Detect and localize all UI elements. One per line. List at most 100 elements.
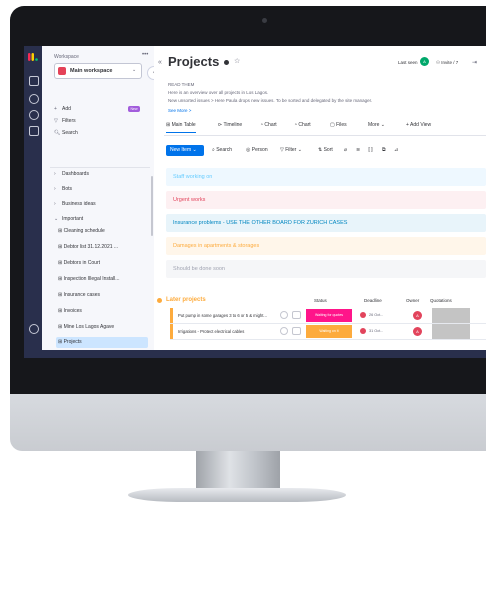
group-urgent-works[interactable]: Urgent works <box>166 191 486 209</box>
add-subitem-icon[interactable] <box>280 311 288 319</box>
sidebar-board-debtors-in-court[interactable]: ⊞ Debtors in Court <box>58 258 144 269</box>
group-label: Urgent works <box>173 197 206 203</box>
invite-label: Invite / 7 <box>441 60 459 65</box>
workspace-menu-icon[interactable]: ••• <box>142 52 148 58</box>
sidebar-item-dashboards[interactable]: › Dashboards <box>54 170 89 178</box>
inbox-icon[interactable] <box>29 110 39 120</box>
column-header-status[interactable]: Status <box>314 298 327 303</box>
sidebar-item-label: Invoices <box>63 308 82 314</box>
group-should-be-done-soon[interactable]: Should be done soon <box>166 260 486 278</box>
sidebar-item-search[interactable]: 🔍︎ Search <box>54 129 78 137</box>
sidebar-item-important[interactable]: ⌄ Important <box>54 215 83 223</box>
table-row[interactable]: Irrigations - Protect electrical cables … <box>170 324 486 340</box>
group-icon[interactable]: ⟦⟧ <box>368 147 373 153</box>
group-collapse-icon[interactable] <box>157 298 162 303</box>
sidebar-item-label: Projects <box>63 339 82 345</box>
chevron-down-icon: ⌄ <box>54 216 59 222</box>
new-item-button[interactable]: New Item ⌄ <box>166 145 204 156</box>
filter-icon: ▽ <box>54 118 58 124</box>
sidebar-item-business-ideas[interactable]: › Business ideas <box>54 200 96 208</box>
group-staff-working-on[interactable]: Staff working on <box>166 168 486 186</box>
sidebar-board-projects[interactable]: ⊞ Projects <box>56 337 148 348</box>
quotations-cell[interactable] <box>432 308 470 323</box>
see-more-link[interactable]: See More > <box>168 108 191 113</box>
sidebar-item-label: Dashboards <box>62 171 89 177</box>
deadline-value[interactable]: 31 Oct... <box>369 329 383 333</box>
hide-icon[interactable]: ⌀ <box>344 147 347 153</box>
board-collapse-icon[interactable]: « <box>158 59 162 66</box>
sidebar-item-bots[interactable]: › Bots <box>54 185 72 193</box>
my-work-icon[interactable] <box>29 126 39 136</box>
tab-label: Chart <box>264 122 277 128</box>
sidebar-board-insurance-cases[interactable]: ⊞ Insurance cases <box>58 290 144 301</box>
add-view-button[interactable]: + Add View <box>406 122 431 128</box>
page-title: Projects <box>168 54 220 69</box>
status-badge[interactable]: Waiting for quotes <box>306 309 352 322</box>
sidebar-board-inspection[interactable]: ⊞ Inspection Illegal Install... <box>58 274 144 285</box>
sidebar-board-cleaning-schedule[interactable]: ⊞ Cleaning schedule <box>58 226 144 237</box>
search-button[interactable]: ⌕ Search <box>212 147 232 153</box>
sidebar-board-invoices[interactable]: ⊞ Invoices <box>58 306 144 317</box>
avatar[interactable]: A <box>413 311 422 320</box>
last-seen-label[interactable]: Last seen <box>398 60 418 65</box>
group-label: Staff working on <box>173 174 213 180</box>
column-header-deadline[interactable]: Deadline <box>364 298 382 303</box>
sort-button[interactable]: ⇅ Sort <box>318 147 333 153</box>
sidebar-scrollbar[interactable] <box>151 176 153 236</box>
workspace-selector[interactable]: Main workspace ⌄ <box>54 63 142 79</box>
invite-button[interactable]: ⚇ Invite / 7 <box>436 60 458 66</box>
group-damages[interactable]: Damages in apartments & storages <box>166 237 486 255</box>
tab-chart-2[interactable]: ◔ Chart <box>294 122 311 128</box>
board-main: « Projects ☆ Last seen A ⚇ Invite / 7 ⇥ … <box>154 46 486 358</box>
item-name[interactable]: Irrigations - Protect electrical cables <box>178 329 278 334</box>
avatar[interactable]: A <box>420 57 429 66</box>
table-row[interactable]: Put pump in some garages 3 to 6 or 5 & m… <box>170 308 486 324</box>
sidebar-item-label: Mine Los Lagos Agave <box>63 324 115 330</box>
tab-more[interactable]: More ⌄ <box>368 122 385 128</box>
tab-chart[interactable]: ◔ Chart <box>260 122 277 128</box>
status-badge[interactable]: Waiting on it <box>306 325 352 338</box>
chart-icon[interactable]: ⊿ <box>394 147 398 153</box>
row-height-icon[interactable]: ≋ <box>356 147 360 153</box>
chevron-down-icon: ⌄ <box>132 67 137 73</box>
monitor-chin <box>10 394 486 451</box>
info-icon[interactable] <box>224 60 229 65</box>
notifications-icon[interactable] <box>29 94 39 104</box>
home-icon[interactable] <box>29 76 39 86</box>
column-header-owner[interactable]: Owner <box>406 298 419 303</box>
filter-button[interactable]: ▽ Filter ⌄ <box>280 147 302 153</box>
sidebar-item-label: Insurance cases <box>63 292 101 298</box>
updates-icon[interactable] <box>292 327 301 335</box>
description-line: Here is an overview over all projects in… <box>168 90 269 95</box>
group-insurance-problems[interactable]: Insurance problems - USE THE OTHER BOARD… <box>166 214 486 232</box>
group-label: Insurance problems - USE THE OTHER BOARD… <box>173 220 348 226</box>
sidebar-item-label: Business ideas <box>62 201 96 207</box>
overdue-icon <box>360 312 366 318</box>
sidebar-item-filters[interactable]: ▽ Filters <box>54 117 76 125</box>
tab-timeline[interactable]: ⊳ Timeline <box>218 122 242 128</box>
group-later-projects[interactable]: Later projects <box>166 297 206 303</box>
help-icon[interactable] <box>29 324 39 334</box>
tab-main-table[interactable]: ⊞ Main Table <box>166 122 196 133</box>
sidebar-board-mine-los-lagos[interactable]: ⊞ Mine Los Lagos Agave <box>58 322 144 333</box>
item-name[interactable]: Put pump in some garages 3 to 6 or 5 & m… <box>178 313 278 318</box>
sidebar-board-debtor-list[interactable]: ⊞ Debtor list 31.12.2021 ... <box>58 242 144 253</box>
avatar[interactable]: A <box>413 327 422 336</box>
star-icon[interactable]: ☆ <box>234 57 240 65</box>
sidebar-item-label: Debtor list 31.12.2021 ... <box>63 244 119 250</box>
column-header-quotations[interactable]: Quotations <box>430 298 452 303</box>
sidebar-item-add[interactable]: + Add <box>54 105 71 113</box>
workspace-label: Workspace <box>54 54 79 60</box>
person-filter-button[interactable]: ◎ Person <box>246 147 268 153</box>
copy-icon[interactable]: ⧉ <box>382 147 386 153</box>
activity-icon[interactable]: ⇥ <box>472 59 477 66</box>
deadline-value[interactable]: 26 Oct... <box>369 313 383 317</box>
monitor-bezel: Workspace ••• Main workspace ⌄ + Add New … <box>10 6 486 394</box>
tab-label: Chart <box>298 122 311 128</box>
add-subitem-icon[interactable] <box>280 327 288 335</box>
sidebar-item-label: Bots <box>62 186 73 192</box>
description-line: READ THEM <box>168 82 195 87</box>
quotations-cell[interactable] <box>432 324 470 339</box>
tab-files[interactable]: ▢ Files <box>330 122 347 128</box>
updates-icon[interactable] <box>292 311 301 319</box>
